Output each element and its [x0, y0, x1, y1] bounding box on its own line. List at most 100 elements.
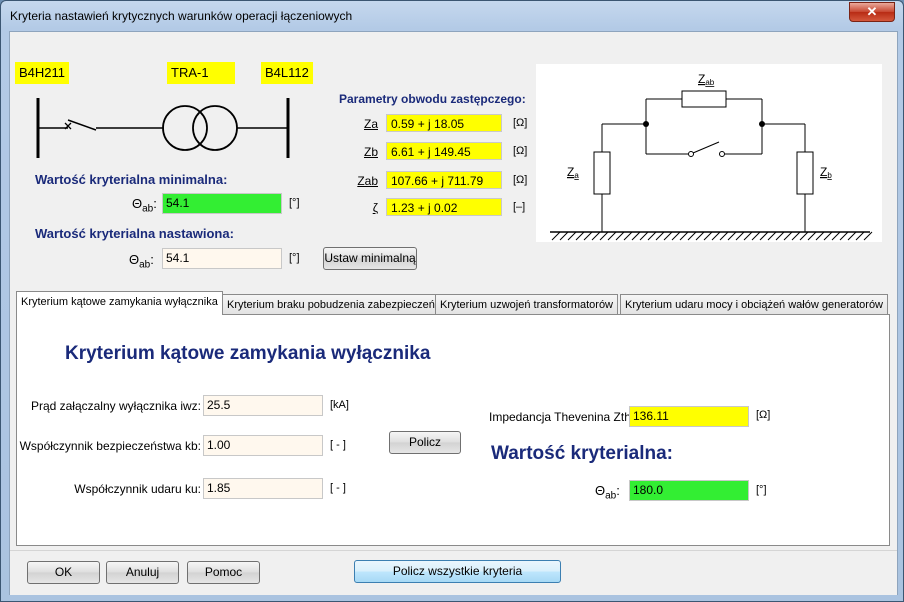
title-bar: Kryteria nastawień krytycznych warunków … — [1, 1, 903, 31]
ground-hatch-stroke — [815, 231, 825, 241]
tab-transformer-criterion[interactable]: Kryterium uzwojeń transformatorów — [435, 294, 619, 314]
ground-hatch-stroke — [631, 231, 641, 241]
tab-protection-criterion[interactable]: Kryterium braku pobudzenia zabezpieczeń — [222, 294, 440, 314]
min-value-unit: [°] — [289, 197, 300, 209]
za-label: Za — [567, 165, 579, 180]
ground-hatch-stroke — [847, 231, 857, 241]
switch-contact-left-icon — [688, 151, 694, 157]
ground-hatch-stroke — [695, 231, 705, 241]
kb-unit: [ - ] — [330, 439, 346, 451]
set-theta-symbol: Θ — [129, 252, 140, 267]
param-value-za: 0.59 + j 18.05 — [386, 114, 502, 132]
ground-hatch-stroke — [639, 231, 649, 241]
za-resistor-icon — [593, 151, 611, 195]
ku-input[interactable]: 1.85 — [203, 478, 323, 499]
ground-hatch-stroke — [807, 231, 817, 241]
set-value-unit: [°] — [289, 252, 300, 264]
result-unit: [°] — [756, 484, 767, 496]
min-theta-colon: : — [153, 196, 157, 211]
result-heading: Wartość kryterialna: — [491, 443, 673, 464]
ground-hatch-stroke — [679, 231, 689, 241]
tab-panel: Kryterium kątowe zamykania wyłącznika Pr… — [16, 314, 890, 546]
ground-hatch-stroke — [767, 231, 777, 241]
min-theta-sub: ab — [142, 203, 154, 215]
ground-hatch-stroke — [591, 231, 601, 241]
result-value: 180.0 — [629, 480, 749, 501]
param-unit-za: [Ω] — [513, 117, 528, 129]
ground-hatch-icon — [551, 231, 873, 241]
switch-blade-icon — [692, 141, 720, 154]
kb-input[interactable]: 1.00 — [203, 435, 323, 456]
ground-hatch-stroke — [863, 231, 873, 241]
set-theta-sub: ab — [139, 259, 151, 271]
ground-hatch-stroke — [719, 231, 729, 241]
ground-hatch-stroke — [831, 231, 841, 241]
ground-hatch-stroke — [655, 231, 665, 241]
ground-hatch-stroke — [855, 231, 865, 241]
set-theta-label: Θab: — [129, 252, 154, 271]
client-area: B4H211 TRA-1 B4L112 Wartość kryterialna … — [9, 31, 898, 595]
min-value-heading: Wartość kryterialna minimalna: — [35, 172, 228, 187]
ground-hatch-stroke — [759, 231, 769, 241]
ground-hatch-stroke — [671, 231, 681, 241]
tab-angle-criterion[interactable]: Kryterium kątowe zamykania wyłącznika — [16, 291, 223, 315]
ground-hatch-stroke — [567, 231, 577, 241]
ground-hatch-stroke — [775, 231, 785, 241]
transformer-winding-2-icon — [192, 105, 238, 151]
param-unit-zeta: [–] — [513, 201, 526, 213]
ground-hatch-stroke — [791, 231, 801, 241]
kb-label: Współczynnik bezpieczeństwa kb: — [19, 439, 201, 453]
compute-all-button[interactable]: Policz wszystkie kryteria — [354, 560, 561, 583]
dialog-window: Kryteria nastawień krytycznych warunków … — [0, 0, 904, 602]
param-unit-zb: [Ω] — [513, 145, 528, 157]
ground-hatch-stroke — [615, 231, 625, 241]
ground-hatch-stroke — [751, 231, 761, 241]
set-value-heading: Wartość kryterialna nastawiona: — [35, 226, 234, 241]
thevenin-unit: [Ω] — [756, 409, 771, 421]
breaker-switch-icon — [67, 119, 97, 131]
ground-hatch-stroke — [711, 231, 721, 241]
iwz-unit: [kA] — [330, 399, 349, 411]
set-value-input[interactable]: 54.1 — [162, 248, 282, 269]
cancel-button[interactable]: Anuluj — [106, 561, 179, 584]
ground-hatch-stroke — [839, 231, 849, 241]
set-minimum-button[interactable]: Ustaw minimalną — [323, 247, 417, 270]
min-theta-label: Θab: — [132, 196, 157, 215]
zb-resistor-icon — [796, 151, 814, 195]
transformer-label: TRA-1 — [167, 62, 235, 84]
param-label-zab: Zab — [357, 174, 378, 188]
ok-button[interactable]: OK — [27, 561, 100, 584]
zab-resistor-icon — [681, 90, 727, 108]
ground-hatch-stroke — [551, 231, 561, 241]
result-theta-label: Θab: — [595, 483, 620, 502]
one-line-diagram — [36, 98, 290, 158]
ground-hatch-stroke — [799, 231, 809, 241]
ku-unit: [ - ] — [330, 482, 346, 494]
compute-button[interactable]: Policz — [389, 431, 461, 454]
footer-bar: OK Anuluj Pomoc Policz wszystkie kryteri… — [10, 550, 897, 595]
help-button[interactable]: Pomoc — [187, 561, 260, 584]
tab-power-surge-criterion[interactable]: Kryterium udaru mocy i obciążeń wałów ge… — [620, 294, 889, 314]
iwz-input[interactable]: 25.5 — [203, 395, 323, 416]
ground-hatch-stroke — [623, 231, 633, 241]
zab-label: Zab — [698, 72, 715, 87]
ground-hatch-stroke — [735, 231, 745, 241]
ku-label: Współczynnik udaru ku: — [74, 482, 201, 496]
ground-hatch-stroke — [703, 231, 713, 241]
params-title: Parametry obwodu zastępczego: — [339, 92, 526, 106]
param-label-za: Za — [363, 117, 378, 131]
ground-hatch-stroke — [647, 231, 657, 241]
close-button[interactable]: ✕ — [849, 2, 895, 22]
param-value-zeta: 1.23 + j 0.02 — [386, 198, 502, 216]
switch-contact-right-icon — [719, 151, 725, 157]
param-label-zb: Zb — [363, 145, 378, 159]
param-label-zeta: ζ — [372, 201, 378, 215]
ground-hatch-stroke — [823, 231, 833, 241]
window-title: Kryteria nastawień krytycznych warunków … — [10, 9, 353, 23]
ground-hatch-stroke — [743, 231, 753, 241]
ground-hatch-stroke — [727, 231, 737, 241]
ground-hatch-stroke — [583, 231, 593, 241]
right-node-label: B4L112 — [261, 62, 313, 84]
ground-hatch-stroke — [599, 231, 609, 241]
param-unit-zab: [Ω] — [513, 174, 528, 186]
